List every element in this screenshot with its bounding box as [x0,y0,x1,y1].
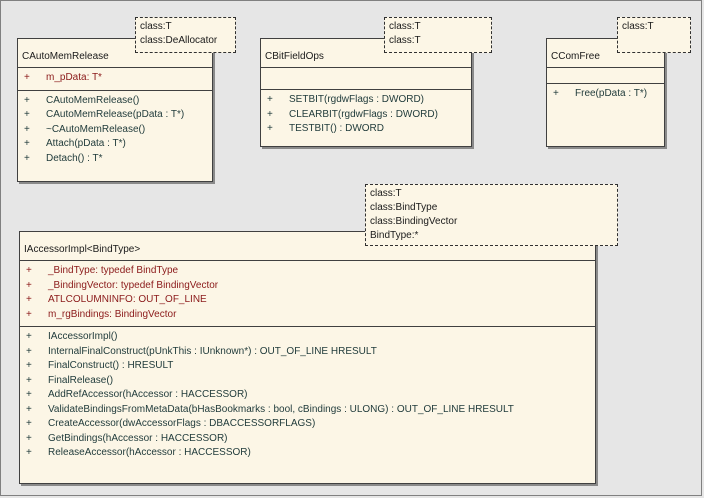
visibility-marker: + [26,432,32,444]
template-parameter: class:DeAllocator [140,35,218,46]
operation-text: SETBIT(rgdwFlags : DWORD) [289,94,425,105]
template-params-cautomemrelease: class:T class:DeAllocator [135,17,236,53]
operations-section: + CAutoMemRelease() + CAutoMemRelease(pData… [18,91,212,171]
operation-text: FinalConstruct() : HRESULT [48,360,174,371]
attribute-text: _BindingVector: typedef BindingVector [48,279,219,291]
visibility-marker: + [26,294,32,305]
attributes-section: + _BindType: typedef BindType + _BindingVec… [20,261,595,327]
operation-row[interactable]: + IAccessorImpl() [20,330,595,345]
operation-row[interactable]: + TESTBIT() : DWORD [261,122,471,137]
class-iaccessorimpl[interactable]: IAccessorImpl<BindType> + _BindType: type… [19,231,596,484]
visibility-marker: + [26,389,32,400]
visibility-marker: + [267,94,273,105]
operation-row[interactable]: + CLEARBIT(rgdwFlags : DWORD) [261,108,471,123]
attribute-text: _BindType: typedef BindType [48,265,179,276]
attributes-section [547,68,664,84]
attribute-row[interactable]: + ATLCOLUMNINFO: OUT_OF_LINE [20,293,595,308]
operation-row[interactable]: + Free(pData : T*) [547,87,664,102]
operation-text: Attach(pData : T*) [46,138,126,149]
attribute-text: m_pData: T* [46,72,102,83]
operations-section: + Free(pData : T*) [547,84,664,106]
template-parameter: class:T [622,21,654,32]
visibility-marker: + [26,418,32,429]
operation-text: CAutoMemRelease(pData : T*) [46,109,185,120]
visibility-marker: + [267,108,273,120]
attribute-row[interactable]: + m_pData: T* [18,71,212,86]
operation-row[interactable]: + InternalFinalConstruct(pUnkThis : IUnkn… [20,345,595,360]
attributes-section [261,68,471,90]
visibility-marker: + [26,374,32,386]
operation-text: ValidateBindingsFromMetaData(bHasBookmar… [48,403,514,415]
operation-text: ReleaseAccessor(hAccessor : HACCESSOR) [48,447,251,458]
operation-text: IAccessorImpl() [48,331,118,342]
operation-text: ~CAutoMemRelease() [46,123,146,135]
template-parameter: class:BindingVector [370,216,458,227]
operation-row[interactable]: + ReleaseAccessor(hAccessor : HACCESSOR) [20,446,595,461]
operation-row[interactable]: + SETBIT(rgdwFlags : DWORD) [261,93,471,108]
attribute-text: m_rgBindings: BindingVector [48,308,177,320]
visibility-marker: + [26,308,32,320]
visibility-marker: + [26,447,32,458]
visibility-marker: + [26,360,32,371]
attribute-row[interactable]: + _BindType: typedef BindType [20,264,595,279]
visibility-marker: + [26,331,32,342]
attribute-row[interactable]: + m_rgBindings: BindingVector [20,308,595,323]
template-parameter: class:T [389,21,421,32]
attribute-text: ATLCOLUMNINFO: OUT_OF_LINE [48,294,207,305]
operation-text: InternalFinalConstruct(pUnkThis : IUnkno… [48,345,377,357]
template-params-iaccessorimpl: class:T class:BindType class:BindingVector… [365,184,618,246]
visibility-marker: + [24,123,30,135]
operation-text: Detach() : T* [46,152,103,164]
operation-text: GetBindings(hAccessor : HACCESSOR) [48,432,228,444]
template-parameter: class:T [370,188,402,199]
operations-section: + SETBIT(rgdwFlags : DWORD) + CLEARBIT(rgdw… [261,90,471,141]
visibility-marker: + [26,279,32,291]
template-params-ccomfree: class:T [617,17,691,53]
operation-text: FinalRelease() [48,374,114,386]
operation-row[interactable]: + Detach() : T* [18,152,212,167]
class-name: CBitFieldOps [265,51,324,62]
operation-row[interactable]: + ~CAutoMemRelease() [18,123,212,138]
class-ccomfree[interactable]: CComFree + Free(pData : T*) [546,38,665,147]
class-cbitfieldops[interactable]: CBitFieldOps + SETBIT(rgdwFlags : DWORD) +… [260,38,472,147]
operation-row[interactable]: + GetBindings(hAccessor : HACCESSOR) [20,432,595,447]
operation-row[interactable]: + AddRefAccessor(hAccessor : HACCESSOR) [20,388,595,403]
operations-section: + IAccessorImpl() + InternalFinalConstruct(… [20,327,595,465]
visibility-marker: + [24,138,30,149]
class-name: IAccessorImpl<BindType> [24,244,141,255]
class-name: CComFree [551,51,600,62]
visibility-marker: + [26,345,32,357]
attribute-row[interactable]: + _BindingVector: typedef BindingVector [20,279,595,294]
visibility-marker: + [24,72,30,83]
visibility-marker: + [24,94,30,106]
operation-row[interactable]: + CAutoMemRelease(pData : T*) [18,108,212,123]
operation-text: CAutoMemRelease() [46,94,140,106]
operation-text: CLEARBIT(rgdwFlags : DWORD) [289,108,438,120]
operation-row[interactable]: + ValidateBindingsFromMetaData(bHasBookma… [20,403,595,418]
class-cautomemrelease[interactable]: CAutoMemRelease + m_pData: T* + CAutoMemRe… [17,38,213,182]
operation-row[interactable]: + CreateAccessor(dwAccessorFlags : DBACCE… [20,417,595,432]
operation-text: AddRefAccessor(hAccessor : HACCESSOR) [48,389,248,400]
attributes-section: + m_pData: T* [18,68,212,91]
operation-row[interactable]: + FinalConstruct() : HRESULT [20,359,595,374]
visibility-marker: + [26,265,32,276]
operation-text: TESTBIT() : DWORD [289,123,384,134]
visibility-marker: + [24,109,30,120]
operation-text: CreateAccessor(dwAccessorFlags : DBACCES… [48,418,316,429]
template-parameter: class:T [140,21,172,32]
visibility-marker: + [26,403,32,415]
operation-row[interactable]: + FinalRelease() [20,374,595,389]
uml-class-diagram: CAutoMemRelease + m_pData: T* + CAutoMemRe… [0,0,702,496]
operation-row[interactable]: + CAutoMemRelease() [18,94,212,109]
template-params-cbitfieldops: class:T class:T [384,17,492,53]
operation-text: Free(pData : T*) [575,88,648,99]
visibility-marker: + [553,88,559,99]
class-name: CAutoMemRelease [22,51,109,62]
operation-row[interactable]: + Attach(pData : T*) [18,137,212,152]
visibility-marker: + [24,152,30,164]
visibility-marker: + [267,123,273,134]
template-parameter: BindType:* [370,230,419,241]
template-parameter: class:BindType [370,202,438,213]
template-parameter: class:T [389,35,421,46]
